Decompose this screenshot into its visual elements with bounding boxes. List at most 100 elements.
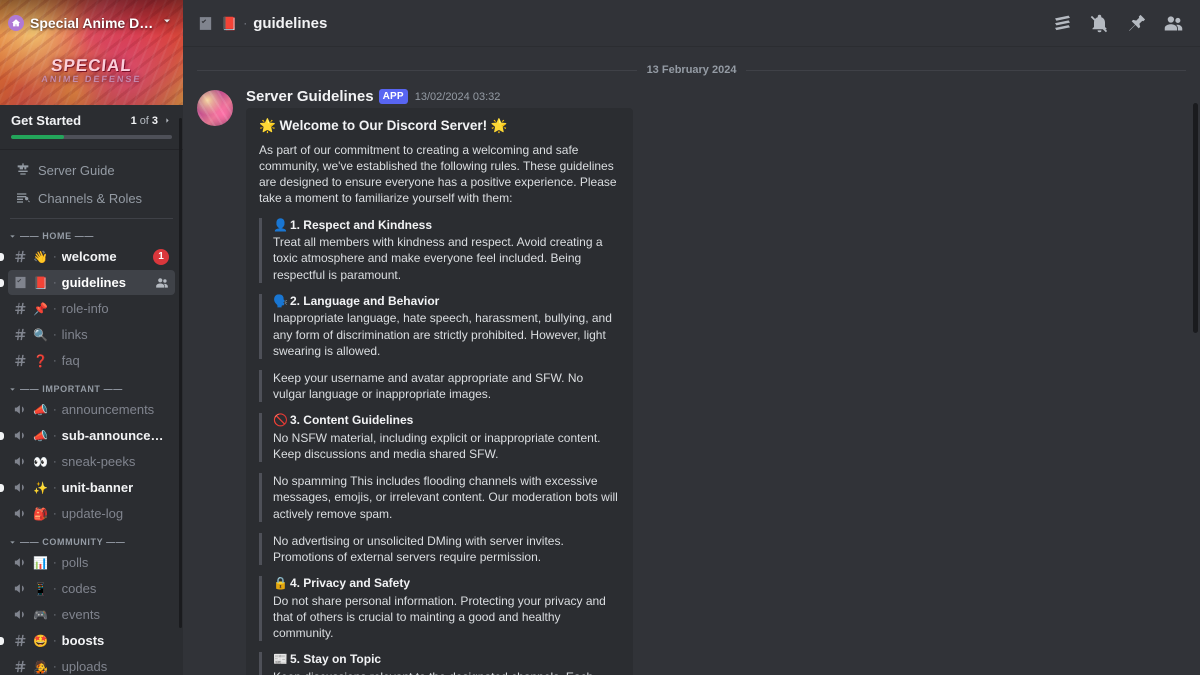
channel-emoji: ❓ [33,353,48,368]
sidebar-channel-sub-announcements[interactable]: 📣 · sub-announcements [0,423,175,448]
sidebar-scrollbar[interactable] [179,118,182,628]
server-banner: SPECIAL ANIME DEFENSE Special Anime Defe… [0,0,183,105]
announcement-channel-icon [12,581,29,596]
channel-name: boosts [61,633,105,648]
rules-channel-icon [12,275,29,290]
channel-name-separator: · [53,481,57,494]
channel-name-separator: · [53,582,57,595]
sidebar-channel-announcements[interactable]: 📣 · announcements [8,397,175,422]
channel-sidebar: SPECIAL ANIME DEFENSE Special Anime Defe… [0,0,183,675]
embed-rule-block: 🚫 3. Content Guidelines No NSFW material, … [259,413,619,463]
channel-emoji: 👀 [33,454,48,469]
channel-emoji: 📌 [33,301,48,316]
main-content: 📕 · guidelines 13 February 2024 Server G… [183,0,1200,675]
channel-name: links [61,327,88,342]
embed-intro: As part of our commitment to creating a … [259,142,617,206]
embed-rule-emoji: 🗣️ [273,293,288,308]
sidebar-channel-codes[interactable]: 📱 · codes [8,576,175,601]
threads-icon[interactable] [1052,13,1073,34]
get-started-panel[interactable]: Get Started 1 of 3 [0,105,183,150]
channel-name-separator: · [53,556,57,569]
message-author[interactable]: Server Guidelines [246,88,374,105]
channel-topbar: 📕 · guidelines [183,0,1200,47]
hash-icon [12,633,29,648]
chevron-right-icon[interactable] [163,116,172,125]
get-started-progress-bar [11,135,172,139]
embed-rule-title: 🔒 4. Privacy and Safety [273,576,619,592]
channel-name-separator: · [53,634,57,647]
home-icon [8,15,24,31]
channel-name: unit-banner [61,480,134,495]
channel-name-separator: · [53,429,57,442]
get-started-progress-count: 1 of 3 [131,115,172,127]
announcement-channel-icon [12,402,29,417]
channel-name-separator: · [53,276,57,289]
sidebar-channel-update-log[interactable]: 🎒 · update-log [8,501,175,526]
channel-category-header[interactable]: —— IMPORTANT —— [0,374,183,397]
members-icon[interactable] [1163,13,1184,34]
embed-rule-title: 📰 5. Stay on Topic [273,652,619,668]
sidebar-channel-uploads[interactable]: 🧑‍🎤 · uploads [8,654,175,675]
category-label: —— HOME —— [20,231,95,241]
get-started-total: 3 [151,114,158,127]
members-icon[interactable] [155,276,169,290]
avatar[interactable] [197,90,233,126]
guide-icon [14,162,32,178]
message: Server Guidelines APP 13/02/2024 03:32 🌟… [183,82,1200,675]
pin-icon[interactable] [1126,13,1147,34]
channel-name: codes [61,581,97,596]
topbar-actions [1052,13,1188,34]
channels-roles-icon [14,190,32,206]
embed-rule-title: 🗣️ 2. Language and Behavior [273,294,619,310]
channel-name: role-info [61,301,109,316]
discord-app: SPECIAL ANIME DEFENSE Special Anime Defe… [0,0,1200,675]
embed-rule-emoji: 🚫 [273,413,288,428]
channel-name-separator: · [243,16,248,30]
sidebar-nav-server-guide[interactable]: Server Guide [8,157,175,183]
embed-rule-text: Inappropriate language, hate speech, har… [273,311,612,358]
channel-emoji: 🔍 [33,327,48,342]
channel-emoji: 🧑‍🎤 [33,659,48,674]
embed-rule-block: 👤 1. Respect and Kindness Treat all member… [259,217,619,283]
chevron-down-icon [8,538,17,547]
channel-category-header[interactable]: —— HOME —— [0,221,183,244]
announcement-channel-icon [12,506,29,521]
sidebar-channel-welcome[interactable]: 👋 · welcome 1 [0,244,175,269]
sidebar-channel-boosts[interactable]: 🤩 · boosts [0,628,175,653]
hash-icon [12,659,29,674]
announcement-channel-icon [12,428,29,443]
sidebar-channel-unit-banner[interactable]: ✨ · unit-banner [0,475,175,500]
date-divider-line-right [746,69,1187,71]
embed-rule-blocks: 👤 1. Respect and Kindness Treat all member… [259,217,619,675]
embed-title: 🌟 Welcome to Our Discord Server! 🌟 [259,118,508,133]
channel-name: uploads [61,659,108,674]
unread-badge: 1 [153,248,169,265]
sidebar-channel-guidelines[interactable]: 📕 · guidelines [0,270,175,295]
sidebar-channel-events[interactable]: 🎮 · events [8,602,175,627]
channel-emoji: 👋 [33,249,48,264]
embed-rule-title-text: 4. Privacy and Safety [289,576,411,591]
server-header[interactable]: Special Anime Defense [0,0,183,46]
get-started-progress-fill [11,135,65,139]
channel-name: sub-announcements [61,428,169,443]
sidebar-channel-role-info[interactable]: 📌 · role-info [8,296,175,321]
sidebar-nav-channels-roles[interactable]: Channels & Roles [8,185,175,211]
channel-category-header[interactable]: —— COMMUNITY —— [0,527,183,550]
channel-name: events [61,607,100,622]
sidebar-channel-polls[interactable]: 📊 · polls [8,550,175,575]
channel-emoji: 🎒 [33,506,48,521]
chevron-down-icon[interactable] [161,14,173,32]
sidebar-channel-links[interactable]: 🔍 · links [8,322,175,347]
channel-name-separator: · [53,403,57,416]
embed-rule-block: Keep your username and avatar appropriat… [259,369,619,403]
message-scrollbar[interactable] [1193,103,1198,333]
notification-muted-icon[interactable] [1089,13,1110,34]
hash-icon [12,249,29,264]
get-started-current: 1 [130,114,137,127]
embed-rule-block: No spamming This includes flooding chann… [259,473,619,522]
channel-name-separator: · [53,302,57,315]
sidebar-channel-sneak-peeks[interactable]: 👀 · sneak-peeks [8,449,175,474]
channel-name-separator: · [53,608,57,621]
sidebar-channel-faq[interactable]: ❓ · faq [8,348,175,373]
embed-rule-text: Treat all members with kindness and resp… [273,235,603,282]
